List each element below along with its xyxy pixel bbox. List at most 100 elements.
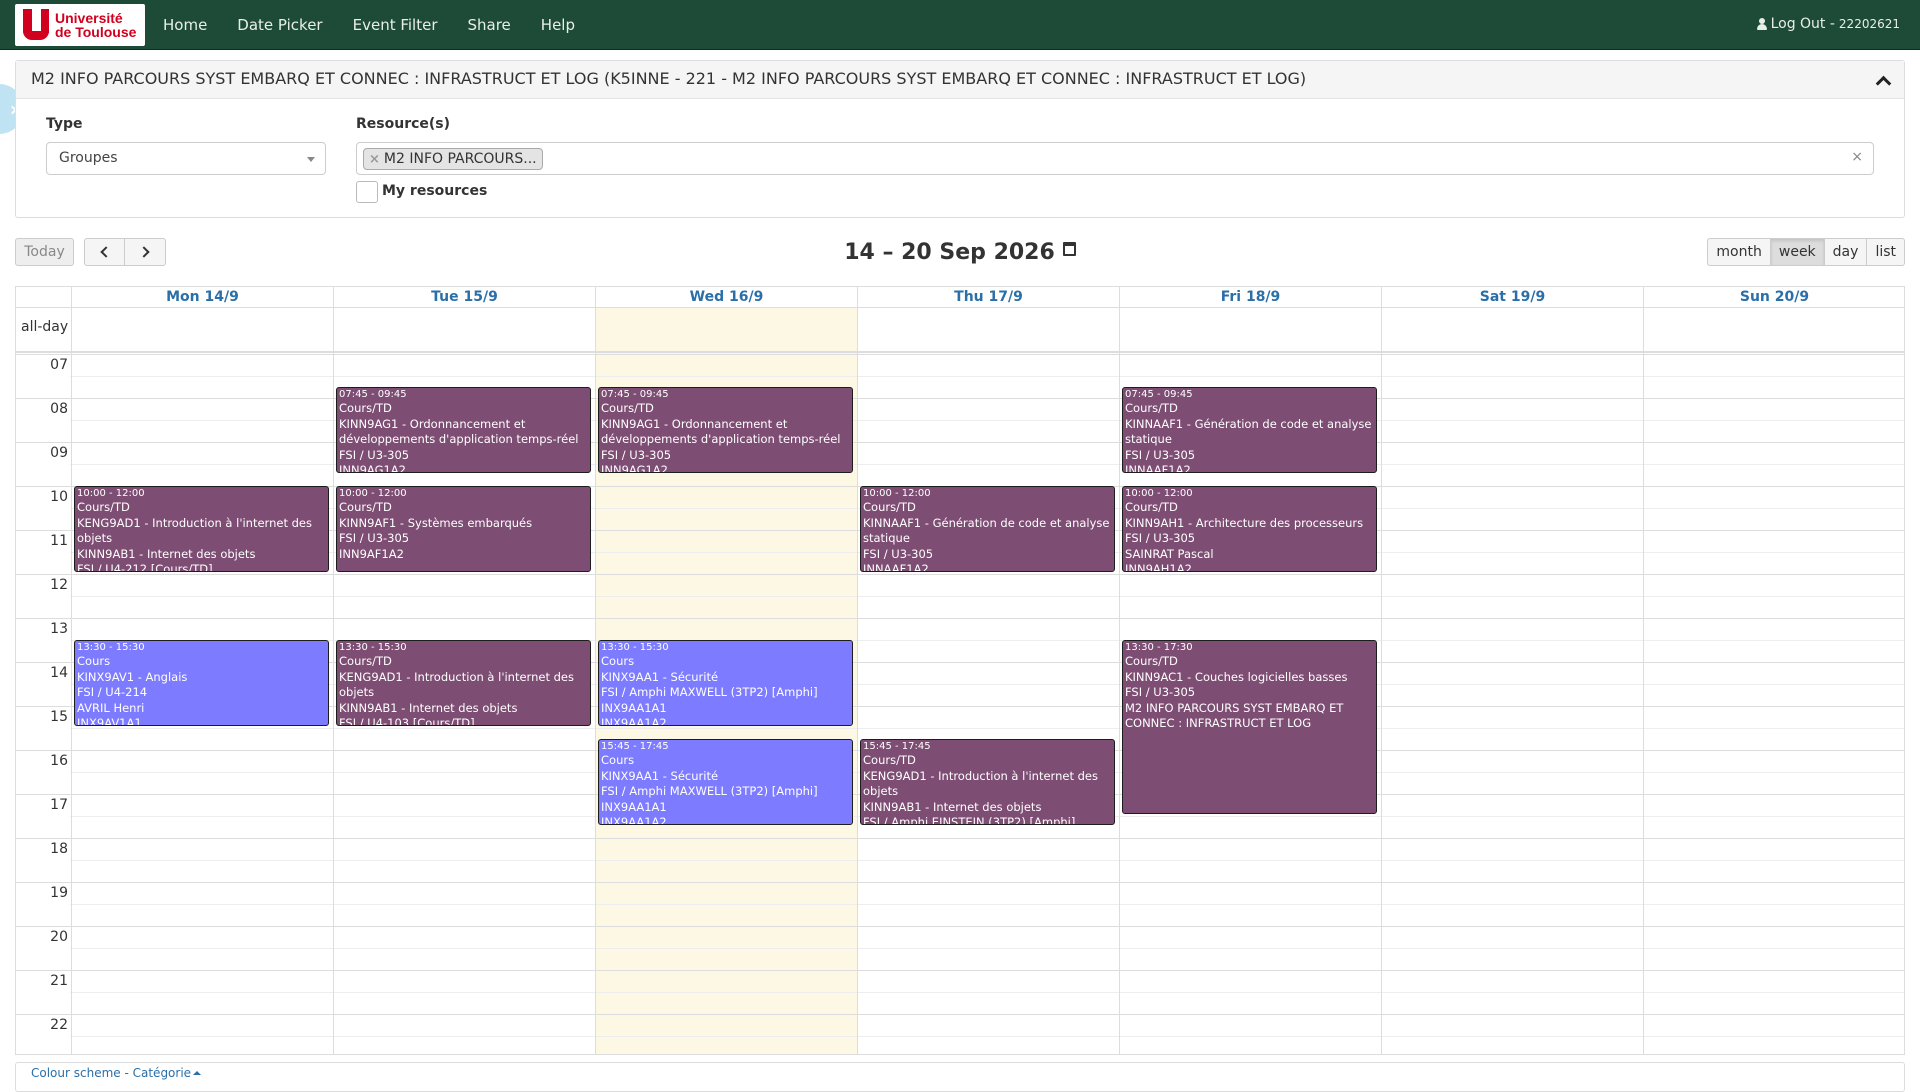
day-header[interactable]: Wed 16/9	[595, 287, 857, 307]
half-hour-line	[70, 728, 1904, 729]
calendar-event[interactable]: 10:00 - 12:00 Cours/TD KINNAAF1 - Générati…	[860, 486, 1115, 572]
dropdown-arrow-icon	[307, 157, 315, 162]
hour-line	[16, 398, 1904, 399]
event-time: 10:00 - 12:00	[77, 488, 145, 499]
clear-resources-icon[interactable]: ×	[1851, 149, 1863, 165]
day-column-divider	[1119, 287, 1120, 1054]
time-label: 16	[50, 753, 68, 769]
view-switcher: month week day list	[1707, 238, 1905, 266]
logo-line2: de Toulouse	[55, 24, 137, 40]
nav-home[interactable]: Home	[163, 16, 207, 34]
time-label: 08	[50, 401, 68, 417]
calendar-icon[interactable]	[1062, 242, 1076, 256]
logout-link[interactable]: Log Out - 22202621	[1756, 16, 1900, 32]
time-label: 12	[50, 577, 68, 593]
event-detail-line: KENG9AD1 - Introduction à l'internet des…	[77, 515, 312, 546]
type-label: Type	[46, 116, 83, 132]
hour-line	[16, 442, 1904, 443]
day-column-divider	[857, 287, 858, 1054]
half-hour-line	[70, 1036, 1904, 1037]
day-header[interactable]: Sun 20/9	[1643, 287, 1904, 307]
calendar-event[interactable]: 13:30 - 15:30 Cours KINX9AA1 - Sécurité FSI…	[598, 640, 853, 726]
calendar-event[interactable]: 10:00 - 12:00 Cours/TD KINN9AF1 - Systèmes…	[336, 486, 591, 572]
event-detail-line: Cours/TD	[863, 753, 916, 767]
day-header[interactable]: Tue 15/9	[333, 287, 595, 307]
view-list-button[interactable]: list	[1866, 238, 1905, 266]
time-label: 21	[50, 973, 68, 989]
logo-u-icon	[19, 7, 51, 43]
event-detail-line: FSI / Amphi MAXWELL (3TP2) [Amphi]	[601, 685, 818, 699]
event-detail-line: SAINRAT Pascal	[1125, 546, 1214, 561]
event-detail-line: Cours/TD	[863, 500, 916, 514]
half-hour-line	[70, 860, 1904, 861]
calendar-event[interactable]: 13:30 - 17:30 Cours/TD KINN9AC1 - Couches …	[1122, 640, 1377, 814]
calendar-event[interactable]: 15:45 - 17:45 Cours/TD KENG9AD1 - Introduc…	[860, 739, 1115, 825]
event-detail-line: FSI / U3-305	[1125, 531, 1196, 545]
event-detail-line: KINN9AG1 - Ordonnancement et développeme…	[339, 416, 579, 447]
event-time: 15:45 - 17:45	[601, 741, 669, 752]
hour-line	[16, 574, 1904, 575]
view-day-button[interactable]: day	[1823, 238, 1868, 266]
half-hour-line	[70, 904, 1904, 905]
resource-chip-label: M2 INFO PARCOURS...	[383, 151, 537, 167]
colour-scheme-label: Colour scheme - Catégorie	[31, 1066, 192, 1080]
calendar-event[interactable]: 13:30 - 15:30 Cours/TD KENG9AD1 - Introduc…	[336, 640, 591, 726]
half-hour-line	[70, 948, 1904, 949]
calendar-event[interactable]: 15:45 - 17:45 Cours KINX9AA1 - Sécurité FSI…	[598, 739, 853, 825]
hour-line	[16, 926, 1904, 927]
header-divider	[16, 307, 1904, 308]
event-detail-line: KENG9AD1 - Introduction à l'internet des…	[863, 768, 1098, 799]
calendar-event[interactable]: 07:45 - 09:45 Cours/TD KINN9AG1 - Ordonnan…	[598, 387, 853, 473]
view-month-button[interactable]: month	[1707, 238, 1771, 266]
colour-scheme-link[interactable]: Colour scheme - Catégorie	[31, 1066, 202, 1080]
event-time: 10:00 - 12:00	[863, 488, 931, 499]
type-select[interactable]: Groupes	[46, 142, 326, 175]
resource-chip: × M2 INFO PARCOURS...	[363, 148, 543, 170]
event-time: 07:45 - 09:45	[1125, 389, 1193, 400]
remove-chip-icon[interactable]: ×	[369, 152, 380, 167]
event-detail-line: INX9AA1A2	[601, 815, 667, 825]
event-time: 07:45 - 09:45	[339, 389, 407, 400]
calendar-event[interactable]: 10:00 - 12:00 Cours/TD KENG9AD1 - Introduc…	[74, 486, 329, 572]
week-calendar: all-day 07 08 09 10 11 12 13 14 15 16 17 18 19 20 21 22…	[15, 286, 1905, 1055]
event-detail-line: KINX9AV1 - Anglais	[77, 669, 188, 684]
event-detail-line: Cours/TD	[339, 500, 392, 514]
user-id: 22202621	[1838, 17, 1900, 31]
day-column-divider	[71, 287, 72, 1054]
time-label: 09	[50, 445, 68, 461]
resources-multiselect[interactable]: × M2 INFO PARCOURS... ×	[356, 142, 1874, 175]
panel-heading[interactable]: M2 INFO PARCOURS SYST EMBARQ ET CONNEC :…	[16, 61, 1904, 99]
day-header[interactable]: Thu 17/9	[857, 287, 1119, 307]
view-week-button[interactable]: week	[1769, 238, 1825, 266]
time-label: 14	[50, 665, 68, 681]
my-resources-checkbox[interactable]	[356, 181, 378, 203]
university-logo[interactable]: Université de Toulouse	[15, 4, 145, 46]
time-label: 07	[50, 357, 68, 373]
day-column-divider	[333, 287, 334, 1054]
my-resources-label[interactable]: My resources	[382, 183, 487, 199]
event-detail-line: Cours/TD	[77, 500, 130, 514]
day-header[interactable]: Mon 14/9	[71, 287, 333, 307]
calendar-event[interactable]: 07:45 - 09:45 Cours/TD KINN9AG1 - Ordonnan…	[336, 387, 591, 473]
event-detail-line: FSI / Amphi MAXWELL (3TP2) [Amphi]	[601, 784, 818, 798]
event-detail-line: KINX9AA1 - Sécurité	[601, 768, 719, 783]
allday-label: all-day	[21, 319, 69, 335]
nav-date-picker[interactable]: Date Picker	[237, 16, 322, 34]
calendar-event[interactable]: 13:30 - 15:30 Cours KINX9AV1 - Anglais FSI …	[74, 640, 329, 726]
day-column-divider	[1643, 287, 1644, 1054]
day-header[interactable]: Fri 18/9	[1119, 287, 1381, 307]
calendar-event[interactable]: 10:00 - 12:00 Cours/TD KINN9AH1 - Architec…	[1122, 486, 1377, 572]
logo-text: Université de Toulouse	[55, 11, 136, 39]
chevron-up-icon[interactable]	[1874, 71, 1890, 87]
day-header[interactable]: Sat 19/9	[1381, 287, 1643, 307]
nav-share[interactable]: Share	[468, 16, 511, 34]
event-detail-line: Cours/TD	[1125, 654, 1178, 668]
calendar-event[interactable]: 07:45 - 09:45 Cours/TD KINNAAF1 - Générati…	[1122, 387, 1377, 473]
nav-links: Home Date Picker Event Filter Share Help	[163, 0, 605, 50]
event-detail-line: KINN9AB1 - Internet des objets	[339, 700, 518, 715]
event-detail-line: INN9AH1A2	[1125, 562, 1192, 572]
nav-help[interactable]: Help	[541, 16, 575, 34]
event-detail-line: KINN9AB1 - Internet des objets	[863, 799, 1042, 814]
event-detail-line: FSI / U4-103 [Cours/TD]	[339, 716, 475, 726]
nav-event-filter[interactable]: Event Filter	[353, 16, 438, 34]
